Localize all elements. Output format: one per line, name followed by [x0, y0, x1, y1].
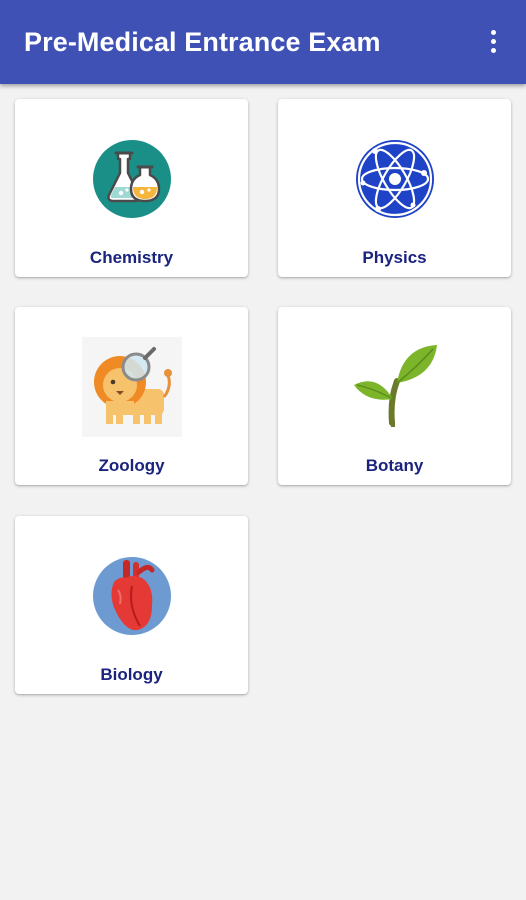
subject-card-chemistry[interactable]: Chemistry [15, 99, 248, 277]
atom-icon [345, 129, 445, 229]
heart-icon [82, 546, 182, 646]
subject-label: Physics [362, 248, 427, 267]
subject-card-biology[interactable]: Biology [15, 516, 248, 694]
subject-label: Zoology [98, 456, 165, 475]
subject-card-zoology[interactable]: Zoology [15, 307, 248, 485]
app-title: Pre-Medical Entrance Exam [24, 27, 381, 57]
subject-label: Biology [100, 665, 163, 684]
more-vert-icon[interactable] [480, 26, 508, 58]
subject-card-botany[interactable]: Botany [278, 307, 511, 485]
app-bar: Pre-Medical Entrance Exam [0, 0, 526, 84]
subject-label: Botany [365, 456, 424, 475]
subject-label: Chemistry [89, 248, 174, 267]
plant-sprout-icon [345, 337, 445, 437]
flask-icon [82, 129, 182, 229]
subject-card-physics[interactable]: Physics [278, 99, 511, 277]
lion-magnifier-icon [82, 337, 182, 437]
